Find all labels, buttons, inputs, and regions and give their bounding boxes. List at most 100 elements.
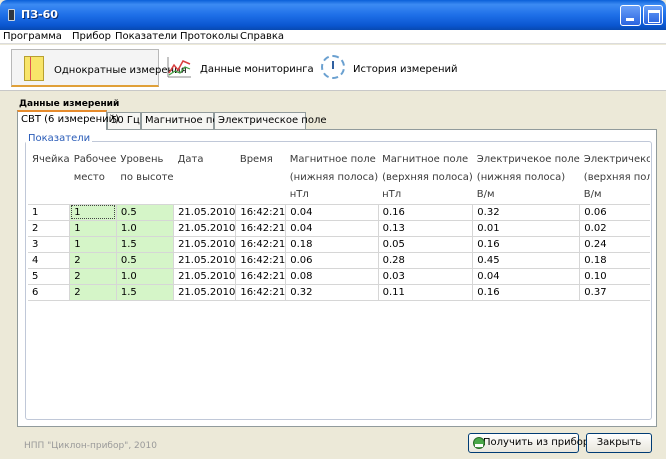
window-title: ПЗ-60 xyxy=(21,8,58,21)
col-header-line xyxy=(174,168,236,186)
table-cell[interactable]: 0.5 xyxy=(116,252,175,269)
table-cell[interactable]: 0.11 xyxy=(378,284,474,301)
table-cell[interactable]: 2 xyxy=(28,220,71,237)
table-cell[interactable]: 16:42:21 xyxy=(235,204,287,221)
col-header-unit: В/м xyxy=(579,186,650,205)
nav-tab-single-measurements[interactable]: Однократные измерения xyxy=(11,49,187,87)
clock-icon xyxy=(321,55,345,79)
table-cell[interactable]: 0.18 xyxy=(285,236,379,253)
col-header-line: (верхняя полоса) xyxy=(382,171,473,183)
table-cell[interactable]: 1.5 xyxy=(116,284,175,301)
col-header-line: по высоте xyxy=(120,171,174,183)
table-cell[interactable]: 4 xyxy=(28,252,71,269)
table-row[interactable]: 1 1 0.5 21.05.2010 16:42:21 0.04 0.16 0.32 0.06 xyxy=(28,204,650,221)
col-header-line: (верхняя поло xyxy=(583,171,650,183)
table-cell[interactable]: 21.05.2010 xyxy=(173,252,237,269)
table-cell[interactable]: 0.05 xyxy=(378,236,474,253)
table-cell[interactable]: 1.0 xyxy=(116,268,175,285)
maximize-button[interactable] xyxy=(643,5,663,25)
minimize-button[interactable] xyxy=(620,5,641,26)
col-header[interactable]: Электричекое xyxy=(580,150,650,168)
col-header[interactable]: Ячейка xyxy=(28,150,70,168)
table-cell[interactable]: 2 xyxy=(69,252,117,269)
table-cell[interactable]: 16:42:21 xyxy=(235,220,287,237)
col-header[interactable]: Дата xyxy=(174,150,236,168)
table-cell[interactable]: 0.37 xyxy=(579,284,650,301)
table-cell[interactable]: 0.04 xyxy=(285,204,379,221)
table-cell[interactable]: 0.10 xyxy=(579,268,650,285)
col-header[interactable]: Магнитное поле xyxy=(286,150,378,168)
table-cell[interactable]: 1 xyxy=(69,236,117,253)
table-cell[interactable]: 0.16 xyxy=(472,284,581,301)
get-from-device-button[interactable]: Получить из прибора xyxy=(468,433,595,453)
table-cell[interactable]: 21.05.2010 xyxy=(173,220,237,237)
col-header[interactable]: Уровень xyxy=(116,150,173,168)
tab-svt[interactable]: СВТ (6 измерений) xyxy=(17,110,119,130)
col-header-unit xyxy=(69,186,117,205)
close-button[interactable]: Закрыть xyxy=(586,433,652,453)
table-cell[interactable]: 1 xyxy=(69,204,117,221)
group-label: Показатели xyxy=(26,133,93,144)
nav-tab-history[interactable]: История измерений xyxy=(315,49,465,87)
col-header[interactable]: Рабочее xyxy=(70,150,117,168)
table-cell[interactable]: 0.02 xyxy=(579,220,650,237)
menu-programma[interactable]: Программа xyxy=(3,31,62,42)
col-header[interactable]: Время xyxy=(236,150,286,168)
tab-magnetic-field[interactable]: Магнитное поле xyxy=(141,112,231,129)
table-cell[interactable]: 21.05.2010 xyxy=(173,268,237,285)
table-cell[interactable]: 2 xyxy=(69,268,117,285)
table-cell[interactable]: 16:42:21 xyxy=(235,236,287,253)
table-cell[interactable]: 0.28 xyxy=(378,252,474,269)
section-title: Данные измерений xyxy=(19,99,120,109)
nav-tab-monitoring[interactable]: Данные мониторинга xyxy=(162,49,314,87)
col-header-line xyxy=(28,168,70,186)
table-cell[interactable]: 16:42:21 xyxy=(235,284,287,301)
table-row[interactable]: 6 2 1.5 21.05.2010 16:42:21 0.32 0.11 0.16 0.37 xyxy=(28,284,650,301)
table-row[interactable]: 3 1 1.5 21.05.2010 16:42:21 0.18 0.05 0.16 0.24 xyxy=(28,236,650,253)
table-cell[interactable]: 0.08 xyxy=(285,268,379,285)
table-cell[interactable]: 1.5 xyxy=(116,236,175,253)
app-icon xyxy=(8,9,15,21)
menu-pokazateli[interactable]: Показатели xyxy=(115,31,177,42)
table-cell[interactable]: 0.06 xyxy=(579,204,650,221)
table-cell[interactable]: 0.13 xyxy=(378,220,474,237)
table-cell[interactable]: 5 xyxy=(28,268,71,285)
table-cell[interactable]: 0.18 xyxy=(579,252,650,269)
table-cell[interactable]: 21.05.2010 xyxy=(173,204,237,221)
table-cell[interactable]: 0.5 xyxy=(116,204,175,221)
table-cell[interactable]: 3 xyxy=(28,236,71,253)
table-cell[interactable]: 0.32 xyxy=(285,284,379,301)
table-row[interactable]: 2 1 1.0 21.05.2010 16:42:21 0.04 0.13 0.01 0.02 xyxy=(28,220,650,237)
table-cell[interactable]: 2 xyxy=(69,284,117,301)
table-cell[interactable]: 6 xyxy=(28,284,71,301)
table-cell[interactable]: 21.05.2010 xyxy=(173,236,237,253)
menu-protokoly[interactable]: Протоколы xyxy=(180,31,238,42)
col-header-unit: нТл xyxy=(285,186,379,205)
table-row[interactable]: 4 2 0.5 21.05.2010 16:42:21 0.06 0.28 0.45 0.18 xyxy=(28,252,650,269)
col-header[interactable]: Магнитное поле xyxy=(378,150,473,168)
table-cell[interactable]: 0.16 xyxy=(472,236,581,253)
table-cell[interactable]: 0.01 xyxy=(472,220,581,237)
measurements-table[interactable]: Ячейка Рабочее Уровень Дата Время Магнит… xyxy=(28,150,650,413)
table-cell[interactable]: 1 xyxy=(28,204,71,221)
table-cell[interactable]: 0.32 xyxy=(472,204,581,221)
table-cell[interactable]: 16:42:21 xyxy=(235,268,287,285)
table-cell[interactable]: 0.45 xyxy=(472,252,581,269)
table-cell[interactable]: 0.24 xyxy=(579,236,650,253)
table-cell[interactable]: 0.06 xyxy=(285,252,379,269)
col-header[interactable]: Электричекое поле xyxy=(473,150,580,168)
table-cell[interactable]: 0.04 xyxy=(472,268,581,285)
table-cell[interactable]: 21.05.2010 xyxy=(173,284,237,301)
table-cell[interactable]: 1 xyxy=(69,220,117,237)
col-header-line xyxy=(236,168,286,186)
table-cell[interactable]: 16:42:21 xyxy=(235,252,287,269)
col-header-unit xyxy=(28,186,70,205)
table-row[interactable]: 5 2 1.0 21.05.2010 16:42:21 0.08 0.03 0.04 0.10 xyxy=(28,268,650,285)
tab-electric-field[interactable]: Электрическое поле xyxy=(214,112,327,129)
menu-pribor[interactable]: Прибор xyxy=(72,31,111,42)
table-cell[interactable]: 0.03 xyxy=(378,268,474,285)
table-cell[interactable]: 1.0 xyxy=(116,220,175,237)
menu-spravka[interactable]: Справка xyxy=(240,31,284,42)
table-cell[interactable]: 0.16 xyxy=(378,204,474,221)
table-cell[interactable]: 0.04 xyxy=(285,220,379,237)
